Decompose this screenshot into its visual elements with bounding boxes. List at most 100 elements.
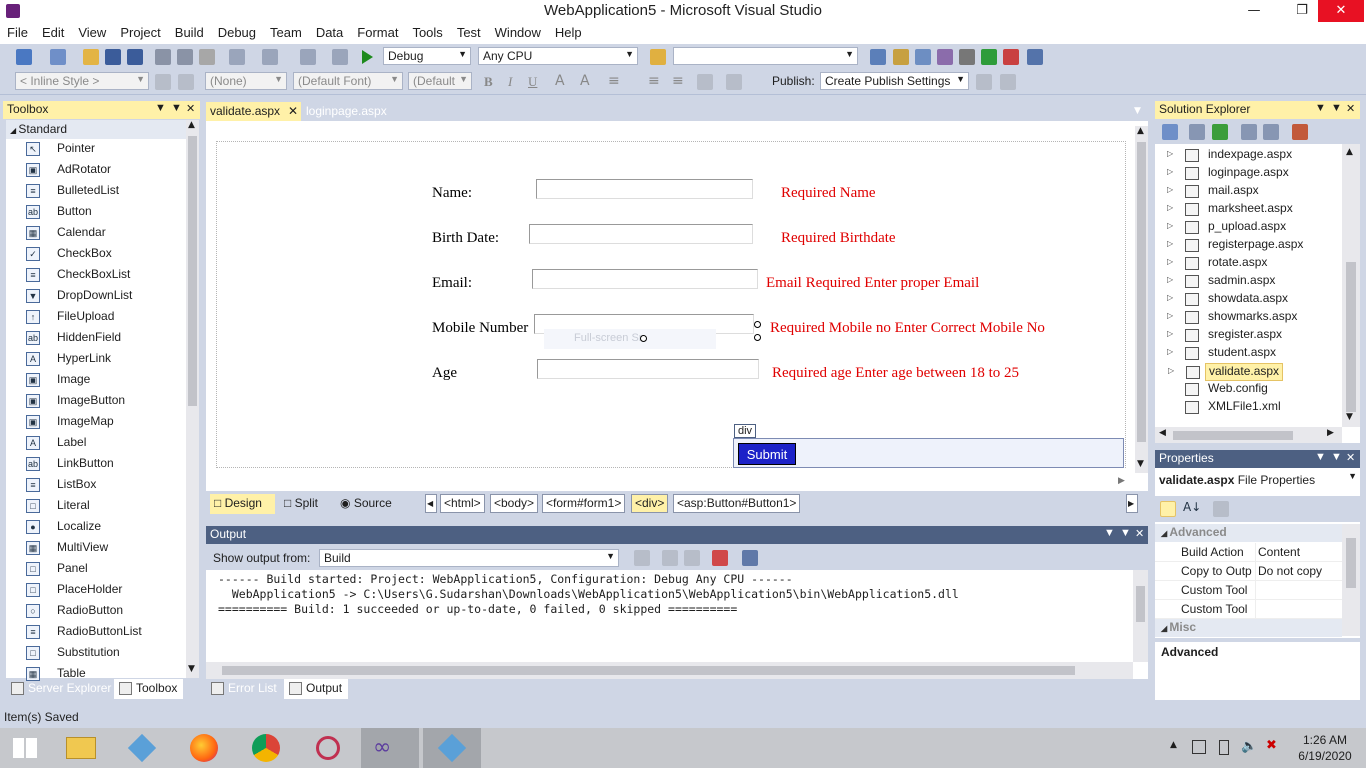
battery-icon[interactable] <box>1219 740 1229 755</box>
expand-icon[interactable]: ▷ <box>1167 239 1173 248</box>
expand-icon[interactable]: ▷ <box>1167 257 1173 266</box>
toolbox-item-calendar[interactable]: ▦ Calendar <box>6 223 186 244</box>
start-page-icon[interactable] <box>981 49 997 65</box>
scroll-thumb[interactable] <box>1136 586 1145 622</box>
font-name-select[interactable]: (Default Font) ▼ <box>293 72 403 90</box>
bold-icon[interactable]: B <box>484 74 493 90</box>
next-message-icon[interactable] <box>684 550 700 566</box>
wifi-off-icon[interactable]: ✖ <box>1266 738 1277 753</box>
property-value[interactable]: Do not copy <box>1255 562 1342 581</box>
toolbox-item-adrotator[interactable]: ▣ AdRotator <box>6 160 186 181</box>
solution-item[interactable]: ▷ sadmin.aspx <box>1167 273 1278 291</box>
breadcrumb-div[interactable]: <div> <box>631 494 669 513</box>
solution-item[interactable]: ▷ showmarks.aspx <box>1167 309 1300 327</box>
toolbox-icon[interactable] <box>937 49 953 65</box>
output-scrollbar[interactable] <box>1133 570 1148 662</box>
app-taskbar-1[interactable] <box>113 728 171 768</box>
properties-scrollbar[interactable] <box>1342 524 1360 636</box>
dropdown-icon[interactable]: ▼ <box>1315 451 1326 463</box>
command-window-icon[interactable] <box>1027 49 1043 65</box>
output-hscrollbar[interactable] <box>206 662 1133 679</box>
bulleted-list-icon[interactable]: ≡ <box>672 73 684 89</box>
start-debugging-icon[interactable] <box>362 50 373 64</box>
chrome-taskbar[interactable] <box>237 728 295 768</box>
open-file-icon[interactable] <box>83 49 99 65</box>
restore-button[interactable]: ❐ <box>1282 0 1322 22</box>
scroll-right-icon[interactable]: ▶ <box>1327 428 1334 438</box>
refresh-icon[interactable] <box>1212 124 1228 140</box>
close-panel-icon[interactable]: ✕ <box>1346 102 1355 115</box>
expand-icon[interactable]: ▷ <box>1167 221 1173 230</box>
output-source-select[interactable]: Build ▼ <box>319 549 619 567</box>
split-view-button[interactable]: □ Split <box>284 494 318 514</box>
underline-icon[interactable]: U <box>528 74 537 90</box>
expand-icon[interactable]: ▷ <box>1167 293 1173 302</box>
design-view-button[interactable]: □ Design <box>210 494 275 514</box>
expand-icon[interactable]: ▷ <box>1168 366 1174 375</box>
solution-item[interactable]: Web.config <box>1185 381 1271 399</box>
property-name[interactable]: Custom Tool <box>1155 581 1255 600</box>
format-options-icon[interactable] <box>726 74 742 90</box>
save-icon[interactable] <box>105 49 121 65</box>
property-value[interactable] <box>1255 581 1342 600</box>
properties-window-icon[interactable] <box>893 49 909 65</box>
solution-item[interactable]: ▷ loginpage.aspx <box>1167 165 1292 183</box>
toolbox-group-standard[interactable]: ◢ Standard <box>6 120 186 139</box>
toolbox-item-pointer[interactable]: ↖ Pointer <box>6 139 186 160</box>
pin-icon[interactable]: ▼ <box>1331 451 1342 463</box>
find-combo[interactable]: ▼ <box>673 47 858 65</box>
close-panel-icon[interactable]: ✕ <box>1135 527 1144 540</box>
source-view-button[interactable]: ◉ Source <box>340 494 392 514</box>
dropdown-icon[interactable]: ▼ <box>1104 527 1115 539</box>
breadcrumb-body[interactable]: <body> <box>490 494 539 513</box>
numbered-list-icon[interactable]: ≡ <box>648 73 660 89</box>
insert-hyperlink-icon[interactable] <box>697 74 713 90</box>
menu-format[interactable]: Format <box>350 22 405 44</box>
toolbox-item-fileupload[interactable]: ↑ FileUpload <box>6 307 186 328</box>
toolbox-item-imagemap[interactable]: ▣ ImageMap <box>6 412 186 433</box>
breadcrumb-html[interactable]: <html> <box>440 494 485 513</box>
submit-button[interactable]: Submit <box>738 443 796 465</box>
file-explorer-taskbar[interactable] <box>52 728 110 768</box>
volume-icon[interactable]: 🔈 <box>1241 739 1257 754</box>
expand-icon[interactable]: ▷ <box>1167 311 1173 320</box>
new-style-icon[interactable] <box>155 74 171 90</box>
toolbox-item-imagebutton[interactable]: ▣ ImageButton <box>6 391 186 412</box>
solution-item[interactable]: ▷ sregister.aspx <box>1167 327 1285 345</box>
toolbox-item-substitution[interactable]: □ Substitution <box>6 643 186 664</box>
pin-icon[interactable]: ▼ <box>1331 102 1342 114</box>
scroll-down-icon[interactable]: ▼ <box>1137 459 1144 469</box>
word-wrap-icon[interactable] <box>742 550 758 566</box>
font-size-select[interactable]: (Default ▼ <box>408 72 472 90</box>
breadcrumb-left-icon[interactable]: ◀ <box>425 494 437 513</box>
solution-item[interactable]: ▷ validate.aspx <box>1168 363 1284 381</box>
expand-icon[interactable]: ▷ <box>1167 149 1173 158</box>
show-all-files-icon[interactable] <box>1189 124 1205 140</box>
solution-platform-select[interactable]: Any CPU ▼ <box>478 47 638 65</box>
solution-item[interactable]: ▷ student.aspx <box>1167 345 1279 363</box>
toolbox-item-radiobutton[interactable]: ○ RadioButton <box>6 601 186 622</box>
tab-overflow-icon[interactable]: ▼ <box>1134 106 1141 116</box>
menu-window[interactable]: Window <box>488 22 548 44</box>
menu-test[interactable]: Test <box>450 22 488 44</box>
toolbox-item-placeholder[interactable]: □ PlaceHolder <box>6 580 186 601</box>
tab-validate-aspx[interactable]: validate.aspx ✕ <box>206 102 301 121</box>
solution-configuration-select[interactable]: Debug ▼ <box>383 47 471 65</box>
navigate-back-icon[interactable] <box>300 49 316 65</box>
close-panel-icon[interactable]: ✕ <box>1346 451 1355 464</box>
scroll-down-icon[interactable]: ▼ <box>1346 412 1353 422</box>
resize-handle[interactable] <box>754 321 761 328</box>
scroll-right-icon[interactable]: ▶ <box>1118 476 1125 486</box>
property-value[interactable]: Content <box>1255 543 1342 562</box>
expand-icon[interactable]: ▷ <box>1167 167 1173 176</box>
server-explorer-icon[interactable] <box>1003 49 1019 65</box>
form-textbox[interactable] <box>529 224 753 244</box>
menu-tools[interactable]: Tools <box>405 22 449 44</box>
category-advanced[interactable]: ◢ Advanced <box>1155 524 1342 542</box>
toolbox-item-dropdownlist[interactable]: ▼ DropDownList <box>6 286 186 307</box>
category-misc[interactable]: ◢ Misc <box>1155 619 1342 637</box>
solution-item[interactable]: ▷ indexpage.aspx <box>1167 147 1295 165</box>
breadcrumb-form[interactable]: <form#form1> <box>542 494 626 513</box>
solution-scrollbar[interactable]: ▲ ▼ <box>1342 144 1360 427</box>
new-project-icon[interactable] <box>16 49 32 65</box>
